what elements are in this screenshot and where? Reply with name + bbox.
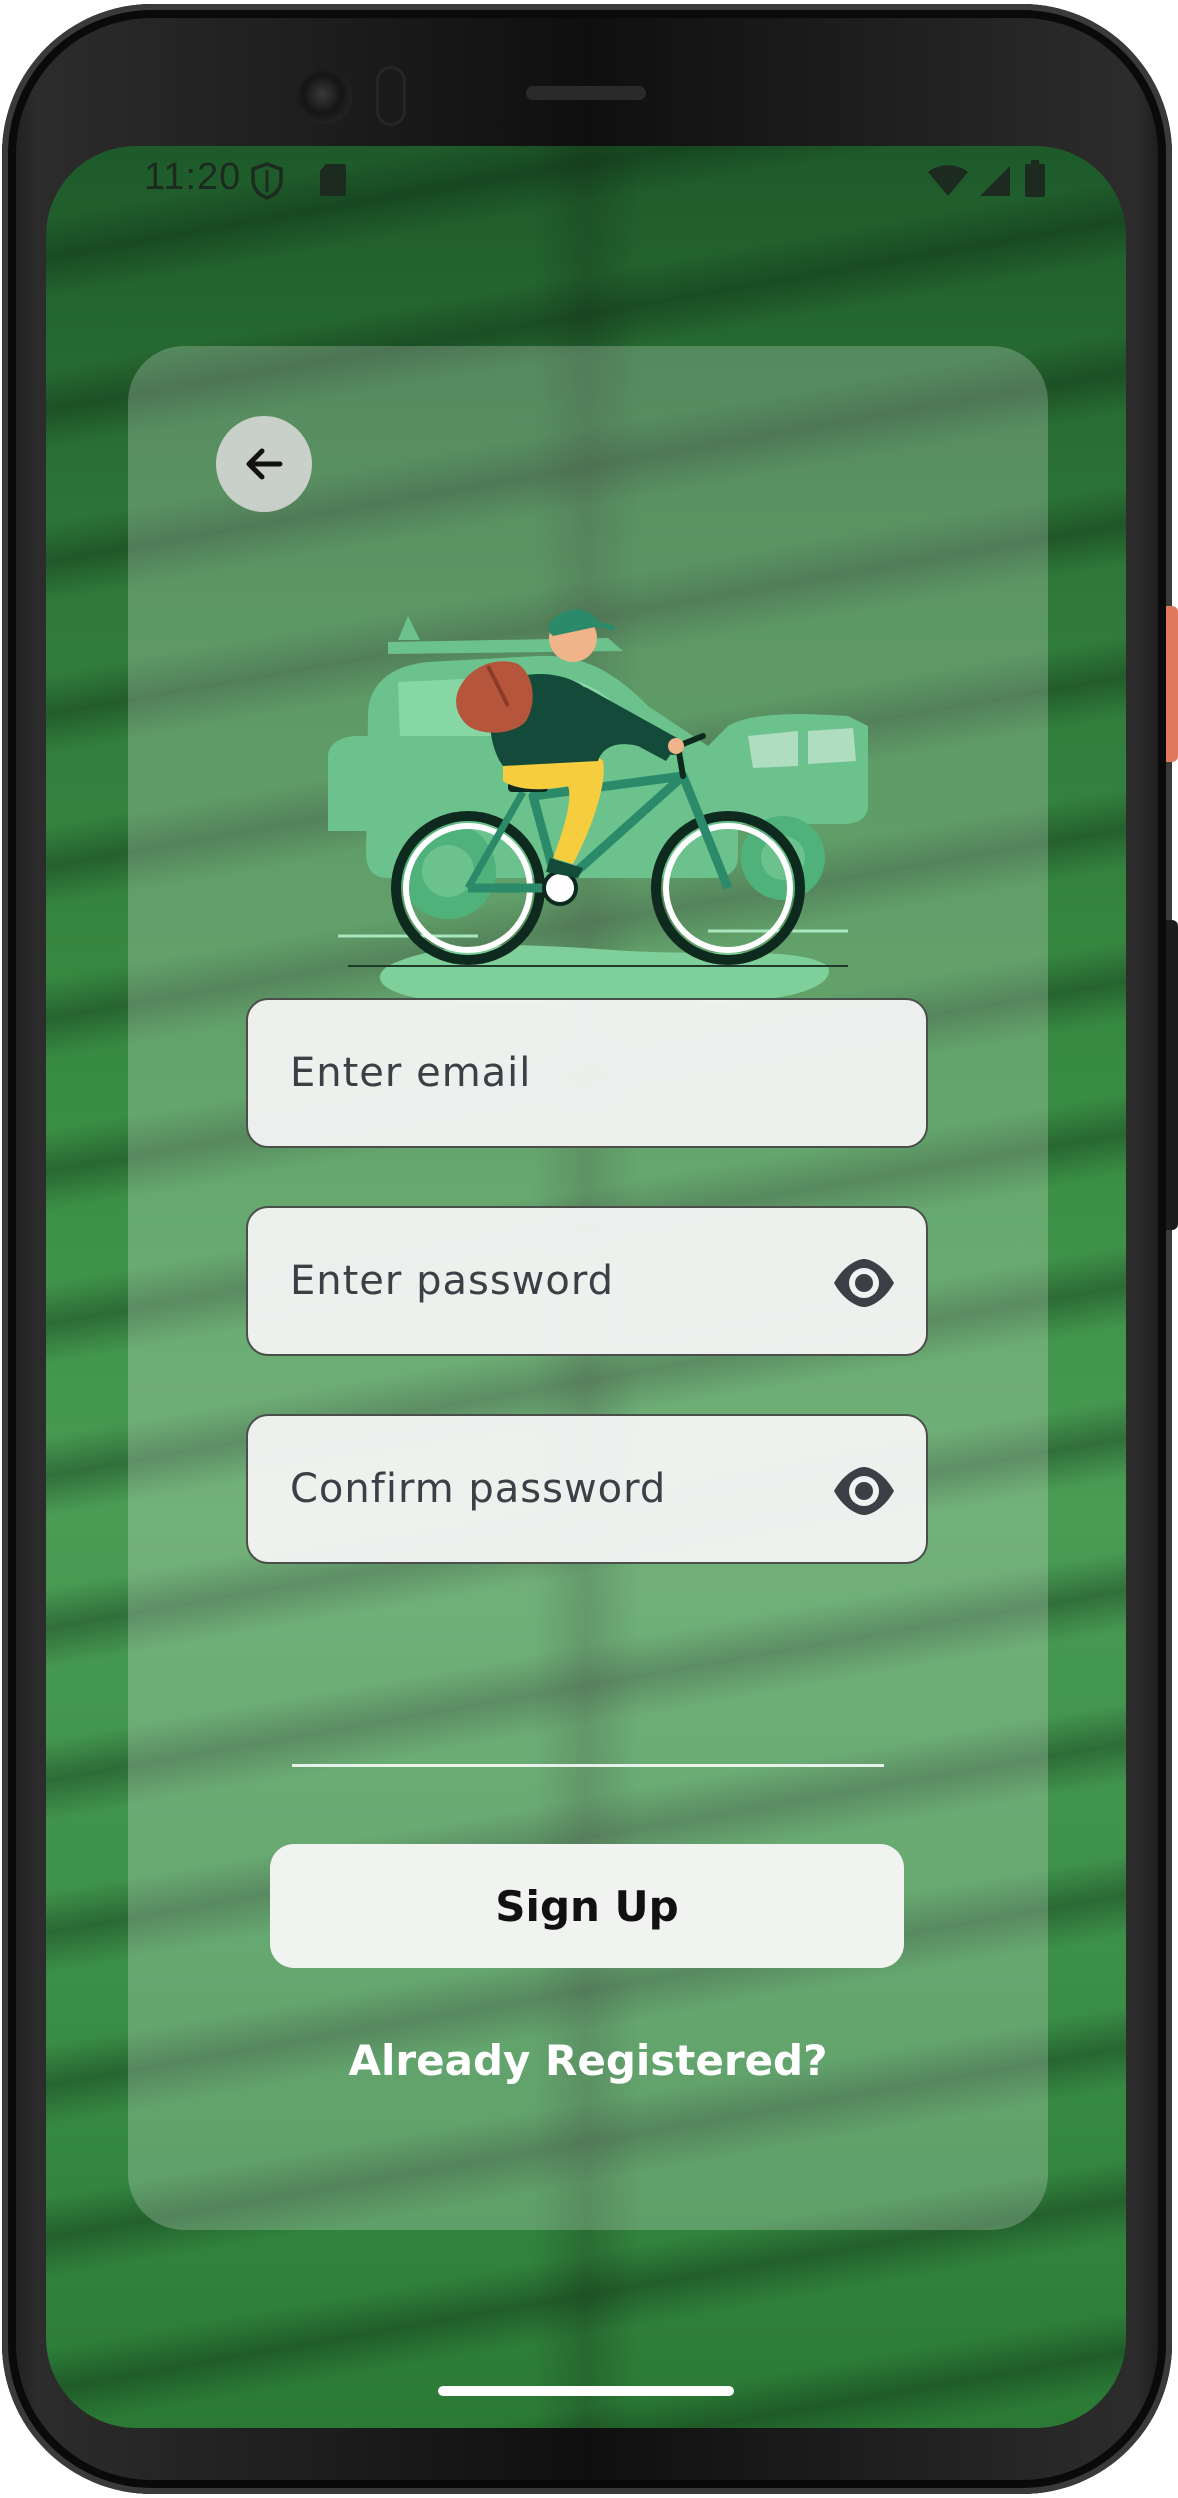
home-indicator[interactable] [438, 2386, 734, 2396]
status-time: 11:20 [144, 156, 242, 198]
email-input[interactable] [288, 1049, 886, 1097]
password-input[interactable] [288, 1257, 800, 1305]
signup-card: Sign Up Already Registered? [128, 346, 1048, 2230]
proximity-sensor [376, 66, 406, 126]
front-camera [298, 70, 352, 124]
divider-line [292, 1764, 884, 1767]
signal-icon [976, 164, 1012, 202]
status-bar: 11:20 [46, 146, 1126, 216]
shield-icon [250, 162, 284, 204]
arrow-left-icon [246, 448, 283, 480]
password-field[interactable] [246, 1206, 928, 1356]
confirm-visibility-toggle[interactable] [832, 1461, 896, 1521]
earpiece-speaker [526, 86, 646, 100]
eye-icon [834, 1259, 894, 1307]
confirm-password-field[interactable] [246, 1414, 928, 1564]
volume-button [1166, 920, 1178, 1230]
sign-up-button[interactable]: Sign Up [270, 1844, 904, 1968]
already-registered-link[interactable]: Already Registered? [128, 2036, 1048, 2085]
sd-card-icon [318, 162, 348, 202]
battery-icon [1024, 160, 1046, 202]
email-field[interactable] [246, 998, 928, 1148]
screen: 11:20 Enter email Sign Up Already Regist… [46, 146, 1126, 2428]
power-button [1166, 606, 1178, 762]
password-visibility-toggle[interactable] [832, 1253, 896, 1313]
phone-device: 11:20 Enter email Sign Up Already Regist… [0, 0, 1178, 2498]
confirm-password-input[interactable] [288, 1465, 800, 1513]
wifi-icon [926, 164, 970, 202]
eye-icon [834, 1467, 894, 1515]
cyclist-illustration [328, 596, 868, 1016]
back-button[interactable] [216, 416, 312, 512]
